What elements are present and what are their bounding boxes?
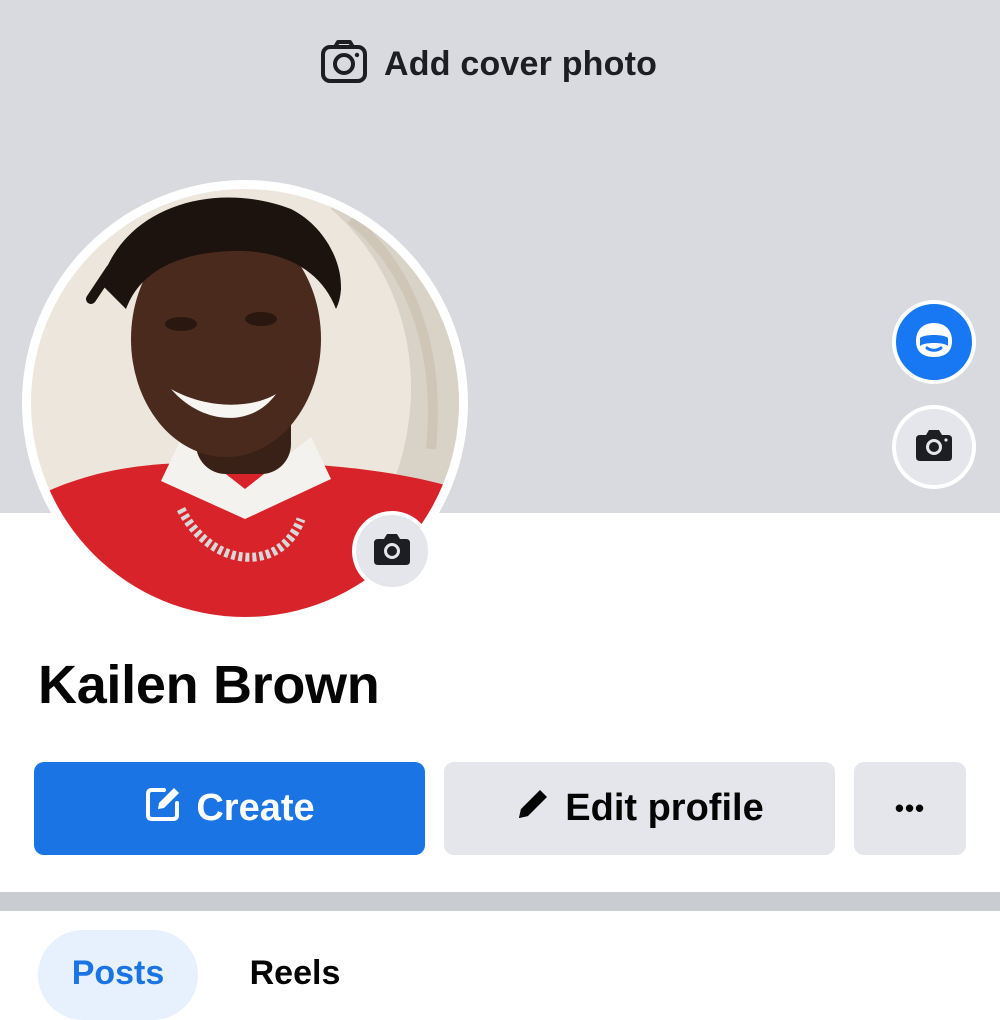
section-divider (0, 892, 1000, 911)
avatar-button[interactable] (892, 300, 976, 384)
tab-reels[interactable]: Reels (220, 930, 370, 1020)
edit-cover-photo-button[interactable] (892, 405, 976, 489)
create-button[interactable]: Create (34, 762, 425, 855)
tab-posts[interactable]: Posts (38, 930, 198, 1020)
update-profile-picture-button[interactable] (352, 511, 432, 591)
camera-icon (914, 427, 954, 468)
avatar-icon (914, 320, 954, 365)
tab-reels-label: Reels (249, 954, 341, 992)
edit-profile-button[interactable]: Edit profile (444, 762, 835, 855)
create-label: Create (196, 787, 315, 829)
more-dots-icon: ••• (894, 793, 926, 823)
profile-name: Kailen Brown (38, 655, 380, 715)
add-cover-photo-label: Add cover photo (384, 44, 658, 83)
pencil-icon (515, 786, 551, 832)
edit-square-icon (144, 785, 182, 833)
edit-profile-label: Edit profile (565, 787, 764, 829)
camera-icon (320, 39, 368, 89)
more-options-button[interactable]: ••• (854, 762, 966, 855)
tab-posts-label: Posts (71, 954, 165, 992)
camera-icon (372, 531, 412, 572)
add-cover-photo-button[interactable]: Add cover photo (320, 39, 658, 89)
